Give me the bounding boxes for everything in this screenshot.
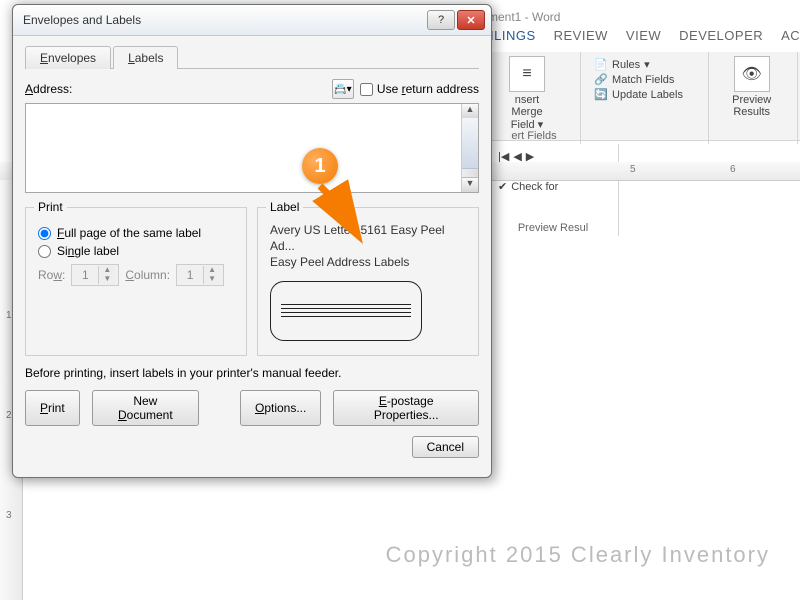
row-down-icon: ▼	[99, 275, 115, 284]
full-page-radio-input[interactable]	[38, 227, 51, 240]
vruler-2: 2	[6, 410, 12, 421]
dialog-title: Envelopes and Labels	[23, 13, 427, 27]
vruler-1: 1	[6, 310, 12, 321]
column-spinner: 1 ▲▼	[176, 264, 224, 286]
dialog-titlebar[interactable]: Envelopes and Labels ? ✕	[13, 5, 491, 36]
ruler-tick-5: 5	[630, 164, 636, 175]
tab-developer[interactable]: DEVELOPER	[679, 28, 763, 43]
watermark-text: Copyright 2015 Clearly Inventory	[386, 542, 770, 568]
manual-feeder-hint: Before printing, insert labels in your p…	[25, 366, 479, 380]
ribbon-group-label-fields: ert Fields	[488, 130, 580, 142]
tab-labels[interactable]: LabelsLabels	[113, 46, 178, 69]
check-errors-button[interactable]: ✔ Check for	[498, 180, 608, 193]
tab-review[interactable]: REVIEW	[554, 28, 608, 43]
ruler-tick-6: 6	[730, 164, 736, 175]
label-frame[interactable]: Label Avery US Letter, 5161 Easy Peel Ad…	[257, 207, 479, 356]
update-labels-button[interactable]: 🔄 Update Labels	[594, 88, 698, 101]
tab-mailings[interactable]: ILINGS	[490, 28, 536, 43]
preview-results-label: Preview Results	[732, 94, 771, 118]
ribbon-group-label-preview: Preview Resul	[488, 222, 618, 234]
print-button[interactable]: PrintPrint	[25, 390, 80, 426]
close-button[interactable]: ✕	[457, 10, 485, 30]
label-frame-title: Label	[266, 200, 303, 214]
match-fields-button[interactable]: 🔗 Match Fields	[594, 73, 698, 86]
address-book-button[interactable]: 📇▾	[332, 79, 354, 99]
col-down-icon: ▼	[204, 275, 220, 284]
tab-envelopes[interactable]: EEnvelopesnvelopes	[25, 46, 111, 69]
row-label: Row:Row:	[38, 268, 65, 282]
rules-icon: 📄	[594, 58, 608, 71]
close-icon: ✕	[466, 14, 475, 27]
address-textarea[interactable]: ▲ ▼	[25, 103, 479, 193]
rules-button[interactable]: 📄Rules ▾	[594, 58, 698, 71]
tab-acrobat[interactable]: ACR	[781, 28, 800, 43]
label-preview-icon	[270, 281, 422, 341]
new-document-button[interactable]: New DocumentNew Document	[92, 390, 199, 426]
use-return-checkbox-input[interactable]	[360, 83, 373, 96]
tab-view[interactable]: VIEW	[626, 28, 661, 43]
preview-results-button[interactable]: 👁 Preview Results	[723, 56, 781, 118]
match-fields-label: Match Fields	[612, 74, 674, 86]
label-product-line1: Avery US Letter, 5161 Easy Peel Ad...	[270, 222, 466, 254]
insert-merge-field-label: nsert Merge Field	[511, 94, 543, 131]
single-label-radio-input[interactable]	[38, 245, 51, 258]
full-page-radio[interactable]: Full page of the same labelFull page of …	[38, 226, 234, 240]
label-product-line2: Easy Peel Address Labels	[270, 254, 466, 270]
update-labels-label: Update Labels	[612, 89, 683, 101]
envelopes-labels-dialog: Envelopes and Labels ? ✕ EEnvelopesnvelo…	[12, 4, 492, 478]
row-value: 1	[72, 268, 98, 282]
rules-label: Rules	[612, 59, 640, 71]
help-button[interactable]: ?	[427, 10, 455, 30]
print-frame: Print Full page of the same labelFull pa…	[25, 207, 247, 356]
check-errors-label: Check for	[511, 181, 558, 193]
cancel-button[interactable]: Cancel	[412, 436, 479, 458]
annotation-step-badge: 1	[302, 148, 338, 184]
column-label: Column:Column:	[125, 268, 170, 282]
scroll-up-button[interactable]: ▲	[462, 104, 478, 119]
options-button[interactable]: Options...Options...	[240, 390, 321, 426]
ribbon: ≡ nsert Merge Field ▾ ert Fields 📄Rules …	[488, 52, 800, 141]
ribbon-tabs: ILINGS REVIEW VIEW DEVELOPER ACR	[490, 28, 800, 43]
scroll-down-button[interactable]: ▼	[462, 177, 478, 192]
address-scrollbar[interactable]: ▲ ▼	[461, 104, 478, 192]
check-icon: ✔	[498, 180, 507, 193]
preview-icon: 👁	[734, 56, 770, 92]
annotation-step-number: 1	[314, 155, 325, 178]
merge-field-icon: ≡	[509, 56, 545, 92]
row-spinner: 1 ▲▼	[71, 264, 119, 286]
use-return-address-checkbox[interactable]: Use return addressUse return address	[360, 82, 479, 96]
print-frame-title: Print	[34, 200, 67, 214]
epostage-button[interactable]: E-postage Properties...E-postage Propert…	[333, 390, 479, 426]
word-titlebar-text: ment1 - Word	[488, 10, 560, 24]
column-value: 1	[177, 268, 203, 282]
single-label-radio[interactable]: Single labelSingle label	[38, 244, 234, 258]
address-label: Address:Address:	[25, 82, 332, 96]
match-icon: 🔗	[594, 73, 608, 86]
help-icon: ?	[438, 14, 444, 26]
scroll-thumb[interactable]	[462, 118, 478, 169]
vruler-3: 3	[6, 510, 12, 521]
update-icon: 🔄	[594, 88, 608, 101]
dialog-tabstrip: EEnvelopesnvelopes LabelsLabels	[25, 44, 479, 69]
address-book-icon: 📇	[334, 84, 346, 95]
insert-merge-field-button[interactable]: ≡ nsert Merge Field ▾	[498, 56, 556, 131]
